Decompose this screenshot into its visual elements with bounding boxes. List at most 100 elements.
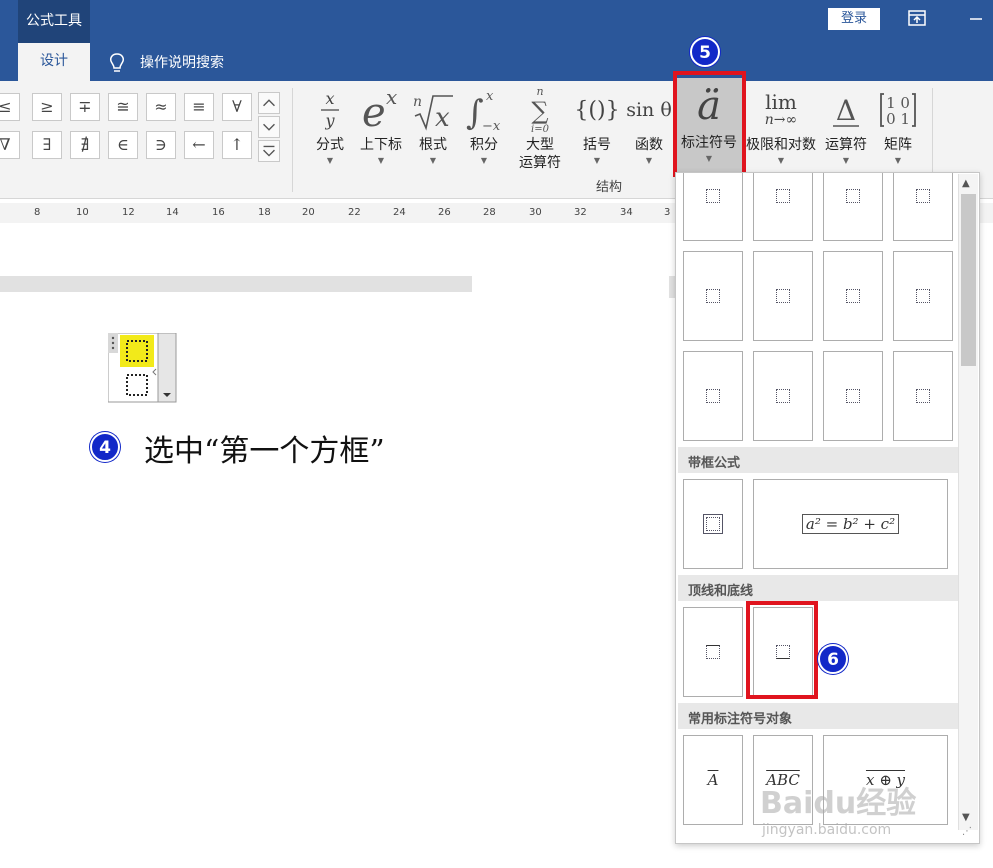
section-header-boxed: 带框公式 (678, 447, 958, 473)
symbol-button[interactable]: ∀ (222, 93, 252, 121)
chevron-down-icon: ▼ (894, 156, 902, 165)
button-label: 括号 (583, 137, 611, 153)
accent-option[interactable] (893, 173, 953, 241)
horizontal-ruler: 8 10 12 14 16 18 20 22 24 26 28 30 32 34… (0, 203, 675, 223)
placeholder-box (916, 389, 930, 403)
gallery-expand-icon[interactable] (258, 140, 280, 162)
ribbon-display-options-icon[interactable] (908, 10, 926, 26)
large-operator-button[interactable]: n ∑ i=0 大型 运算符 (510, 84, 570, 182)
accent-option[interactable] (683, 173, 743, 241)
svg-text:x: x (435, 103, 450, 132)
accent-option[interactable] (893, 251, 953, 341)
accent-option[interactable] (823, 351, 883, 441)
overline-option[interactable] (683, 607, 743, 697)
overbar-a-option[interactable]: A (683, 735, 743, 825)
ruler-mark: 10 (76, 207, 89, 218)
limit-log-button[interactable]: lim n→∞ 极限和对数 ▼ (744, 84, 818, 182)
ruler-mark: 24 (393, 207, 406, 218)
lightbulb-icon[interactable] (108, 52, 126, 74)
symbol-button[interactable]: ↑ (222, 131, 252, 159)
equation-placeholder-widget[interactable] (108, 333, 178, 403)
placeholder-box (846, 189, 860, 203)
scroll-down-icon[interactable]: ▼ (962, 812, 970, 823)
symbol-button[interactable]: ∈ (108, 131, 138, 159)
accent-option[interactable] (823, 173, 883, 241)
integral-button[interactable]: ∫ x −x 积分 ▼ (460, 84, 508, 182)
step-4-instruction: 选中“第一个方框” (144, 434, 385, 469)
radical-button[interactable]: nx 根式 ▼ (410, 84, 456, 182)
function-icon: sin θ (626, 99, 672, 121)
step-5-badge: 5 (690, 37, 720, 67)
accent-option[interactable] (753, 251, 813, 341)
accent-option[interactable] (753, 351, 813, 441)
group-label-structures: 结构 (596, 180, 623, 195)
button-label: 运算符 (825, 137, 867, 153)
symbol-button[interactable]: ∋ (146, 131, 176, 159)
button-label: 极限和对数 (746, 137, 816, 153)
operator-button[interactable]: Δ 运算符 ▼ (820, 84, 872, 182)
script-button[interactable]: ex 上下标 ▼ (354, 84, 408, 182)
resize-grip-icon[interactable]: ⋰ (962, 826, 972, 837)
accent-option[interactable] (753, 173, 813, 241)
accent-option[interactable] (683, 351, 743, 441)
fraction-button[interactable]: xy 分式 ▼ (308, 84, 352, 182)
ruler-mark: 30 (529, 207, 542, 218)
symbol-button[interactable]: ∄ (70, 131, 100, 159)
overbar-a-text: A (707, 771, 719, 789)
symbol-button[interactable]: ≅ (108, 93, 138, 121)
tell-me-search[interactable]: 操作说明搜索 (140, 52, 224, 72)
matrix-button[interactable]: 1 00 1 矩阵 ▼ (874, 84, 922, 182)
bracket-button[interactable]: {()} 括号 ▼ (572, 84, 622, 182)
accent-option[interactable] (683, 251, 743, 341)
placeholder-box (776, 289, 790, 303)
dropdown-scrollbar-thumb[interactable] (961, 194, 976, 366)
symbol-button[interactable]: ∇ (0, 131, 20, 159)
symbol-button[interactable]: ∃ (32, 131, 62, 159)
placeholder-box (706, 189, 720, 203)
boxed-formula-example-option[interactable]: a² = b² + c² (753, 479, 948, 569)
button-label: 大型 运算符 (519, 137, 561, 171)
page-edge-band (0, 276, 472, 292)
ruler-mark: 34 (620, 207, 633, 218)
button-label: 矩阵 (884, 137, 912, 153)
symbol-button[interactable]: ≈ (146, 93, 176, 121)
watermark-url: jingyan.baidu.com (762, 822, 892, 838)
highlight-accent-button (673, 71, 746, 177)
fraction-icon: xy (308, 84, 352, 136)
chevron-down-icon: ▼ (593, 156, 601, 165)
svg-text:Δ: Δ (836, 94, 856, 127)
function-button[interactable]: sin θ 函数 ▼ (624, 84, 674, 182)
script-icon: ex (354, 84, 408, 136)
accent-option[interactable] (893, 351, 953, 441)
tab-design[interactable]: 设计 (18, 43, 90, 81)
chevron-down-icon: ▼ (429, 156, 437, 165)
button-label: 根式 (419, 137, 447, 153)
symbol-button[interactable]: ∓ (70, 93, 100, 121)
ruler-mark: 32 (574, 207, 587, 218)
placeholder-box (776, 189, 790, 203)
gallery-scroll-up-icon[interactable] (258, 92, 280, 114)
placeholder-box (706, 645, 720, 659)
symbol-button[interactable]: ≡ (184, 93, 214, 121)
step-6-badge: 6 (818, 644, 848, 674)
context-tab-equation-tools: 公式工具 (18, 0, 90, 43)
accent-option[interactable] (823, 251, 883, 341)
ruler-mark: 3 (664, 207, 671, 218)
symbol-button[interactable]: ← (184, 131, 214, 159)
button-label: 分式 (316, 137, 344, 153)
scroll-up-icon[interactable]: ▲ (962, 178, 970, 189)
operator-icon: Δ (820, 84, 872, 136)
boxed-formula-option[interactable] (683, 479, 743, 569)
placeholder-box (916, 289, 930, 303)
placeholder-box (703, 514, 723, 534)
symbol-button[interactable]: ≥ (32, 93, 62, 121)
svg-text:0 1: 0 1 (886, 110, 910, 128)
symbol-button[interactable]: ≤ (0, 93, 20, 121)
chevron-down-icon: ▼ (377, 156, 385, 165)
chevron-down-icon: ▼ (777, 156, 785, 165)
login-button[interactable]: 登录 (828, 8, 880, 30)
minimize-icon[interactable] (968, 10, 984, 26)
chevron-down-icon: ▼ (645, 156, 653, 165)
ruler-mark: 28 (483, 207, 496, 218)
gallery-scroll-down-icon[interactable] (258, 116, 280, 138)
